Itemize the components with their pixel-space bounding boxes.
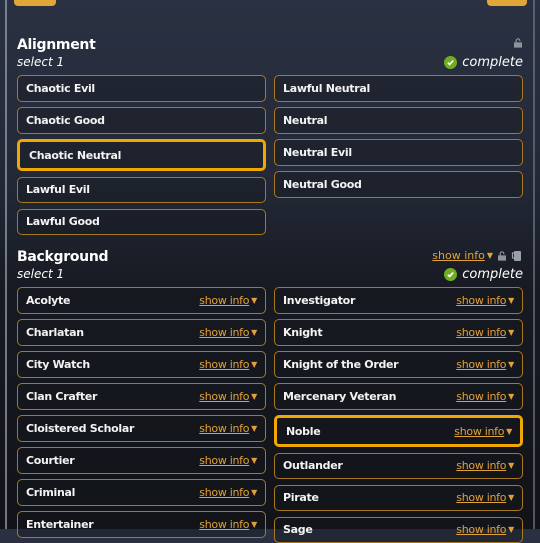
background-subtitle: select 1: [17, 267, 64, 281]
show-info-link[interactable]: show info▼: [199, 294, 257, 307]
option-label: Charlatan: [26, 326, 199, 339]
lock-open-icon[interactable]: [513, 37, 523, 48]
option-label: Clan Crafter: [26, 390, 199, 403]
option-city-watch[interactable]: City Watchshow info▼: [17, 351, 266, 378]
show-info-link[interactable]: show info▼: [456, 390, 514, 403]
alignment-subtitle: select 1: [17, 55, 64, 69]
caret-down-icon: ▼: [251, 392, 257, 401]
option-neutral[interactable]: Neutral: [274, 107, 523, 134]
option-courtier[interactable]: Courtiershow info▼: [17, 447, 266, 474]
option-label: City Watch: [26, 358, 199, 371]
option-pirate[interactable]: Pirateshow info▼: [274, 485, 523, 512]
option-label: Courtier: [26, 454, 199, 467]
option-criminal[interactable]: Criminalshow info▼: [17, 479, 266, 506]
show-info-link[interactable]: show info▼: [199, 358, 257, 371]
alignment-status: complete: [444, 55, 523, 70]
option-investigator[interactable]: Investigatorshow info▼: [274, 287, 523, 314]
option-chaotic-evil[interactable]: Chaotic Evil: [17, 75, 266, 102]
nav-tab-left[interactable]: [14, 0, 56, 6]
option-label: Neutral: [283, 114, 514, 127]
show-info-link[interactable]: show info▼: [456, 459, 514, 472]
check-circle-icon: [444, 268, 457, 281]
caret-down-icon: ▼: [251, 488, 257, 497]
caret-down-icon: ▼: [508, 328, 514, 337]
option-label: Noble: [286, 425, 454, 438]
option-noble[interactable]: Nobleshow info▼: [274, 415, 523, 447]
option-neutral-evil[interactable]: Neutral Evil: [274, 139, 523, 166]
show-info-link[interactable]: show info▼: [199, 486, 257, 499]
mug-icon[interactable]: [511, 250, 523, 262]
option-chaotic-good[interactable]: Chaotic Good: [17, 107, 266, 134]
show-info-link[interactable]: show info▼: [199, 326, 257, 339]
option-label: Pirate: [283, 491, 456, 504]
caret-down-icon: ▼: [487, 251, 493, 260]
alignment-section: Alignment select 1 complete Chaotic Evil…: [17, 37, 523, 235]
option-label: Outlander: [283, 459, 456, 472]
option-label: Neutral Good: [283, 178, 514, 191]
caret-down-icon: ▼: [251, 456, 257, 465]
alignment-title: Alignment: [17, 37, 95, 53]
caret-down-icon: ▼: [508, 296, 514, 305]
option-knight-of-the-order[interactable]: Knight of the Ordershow info▼: [274, 351, 523, 378]
option-lawful-good[interactable]: Lawful Good: [17, 209, 266, 236]
caret-down-icon: ▼: [251, 424, 257, 433]
caret-down-icon: ▼: [508, 461, 514, 470]
show-info-link[interactable]: show info▼: [456, 294, 514, 307]
show-info-link[interactable]: show info▼: [456, 358, 514, 371]
caret-down-icon: ▼: [251, 520, 257, 529]
panel-left-border: [5, 0, 7, 529]
caret-down-icon: ▼: [508, 392, 514, 401]
show-info-link[interactable]: show info▼: [199, 422, 257, 435]
show-info-link[interactable]: show info▼: [456, 491, 514, 504]
option-charlatan[interactable]: Charlatanshow info▼: [17, 319, 266, 346]
lock-open-icon[interactable]: [497, 250, 507, 261]
background-title: Background: [17, 249, 108, 265]
show-info-link[interactable]: show info▼: [199, 454, 257, 467]
caret-down-icon: ▼: [251, 328, 257, 337]
option-label: Lawful Neutral: [283, 82, 514, 95]
option-chaotic-neutral[interactable]: Chaotic Neutral: [17, 139, 266, 171]
show-info-link[interactable]: show info▼: [454, 425, 512, 438]
nav-tab-right[interactable]: [487, 0, 527, 6]
option-clan-crafter[interactable]: Clan Craftershow info▼: [17, 383, 266, 410]
option-label: Acolyte: [26, 294, 199, 307]
option-label: Mercenary Veteran: [283, 390, 456, 403]
background-status: complete: [444, 267, 523, 282]
option-outlander[interactable]: Outlandershow info▼: [274, 453, 523, 480]
check-circle-icon: [444, 56, 457, 69]
option-label: Lawful Good: [26, 215, 257, 228]
caret-down-icon: ▼: [506, 427, 512, 436]
option-label: Chaotic Good: [26, 114, 257, 127]
option-label: Chaotic Evil: [26, 82, 257, 95]
option-sage[interactable]: Sageshow info▼: [274, 517, 523, 543]
option-acolyte[interactable]: Acolyteshow info▼: [17, 287, 266, 314]
background-show-info-link[interactable]: show info▼: [432, 249, 493, 262]
option-label: Chaotic Neutral: [29, 149, 255, 162]
caret-down-icon: ▼: [251, 296, 257, 305]
caret-down-icon: ▼: [508, 525, 514, 534]
option-label: Knight of the Order: [283, 358, 456, 371]
background-section: Background select 1 show info▼ complete …: [17, 249, 523, 543]
caret-down-icon: ▼: [508, 360, 514, 369]
option-label: Investigator: [283, 294, 456, 307]
option-label: Sage: [283, 523, 456, 536]
option-label: Knight: [283, 326, 456, 339]
caret-down-icon: ▼: [251, 360, 257, 369]
option-lawful-neutral[interactable]: Lawful Neutral: [274, 75, 523, 102]
option-label: Neutral Evil: [283, 146, 514, 159]
show-info-link[interactable]: show info▼: [199, 390, 257, 403]
scrollbar[interactable]: [533, 0, 535, 529]
option-mercenary-veteran[interactable]: Mercenary Veteranshow info▼: [274, 383, 523, 410]
caret-down-icon: ▼: [508, 493, 514, 502]
option-neutral-good[interactable]: Neutral Good: [274, 171, 523, 198]
option-label: Lawful Evil: [26, 183, 257, 196]
option-label: Cloistered Scholar: [26, 422, 199, 435]
option-lawful-evil[interactable]: Lawful Evil: [17, 177, 266, 204]
option-cloistered-scholar[interactable]: Cloistered Scholarshow info▼: [17, 415, 266, 442]
show-info-link[interactable]: show info▼: [456, 523, 514, 536]
option-label: Criminal: [26, 486, 199, 499]
option-knight[interactable]: Knightshow info▼: [274, 319, 523, 346]
show-info-link[interactable]: show info▼: [456, 326, 514, 339]
option-entertainer[interactable]: Entertainershow info▼: [17, 511, 266, 538]
